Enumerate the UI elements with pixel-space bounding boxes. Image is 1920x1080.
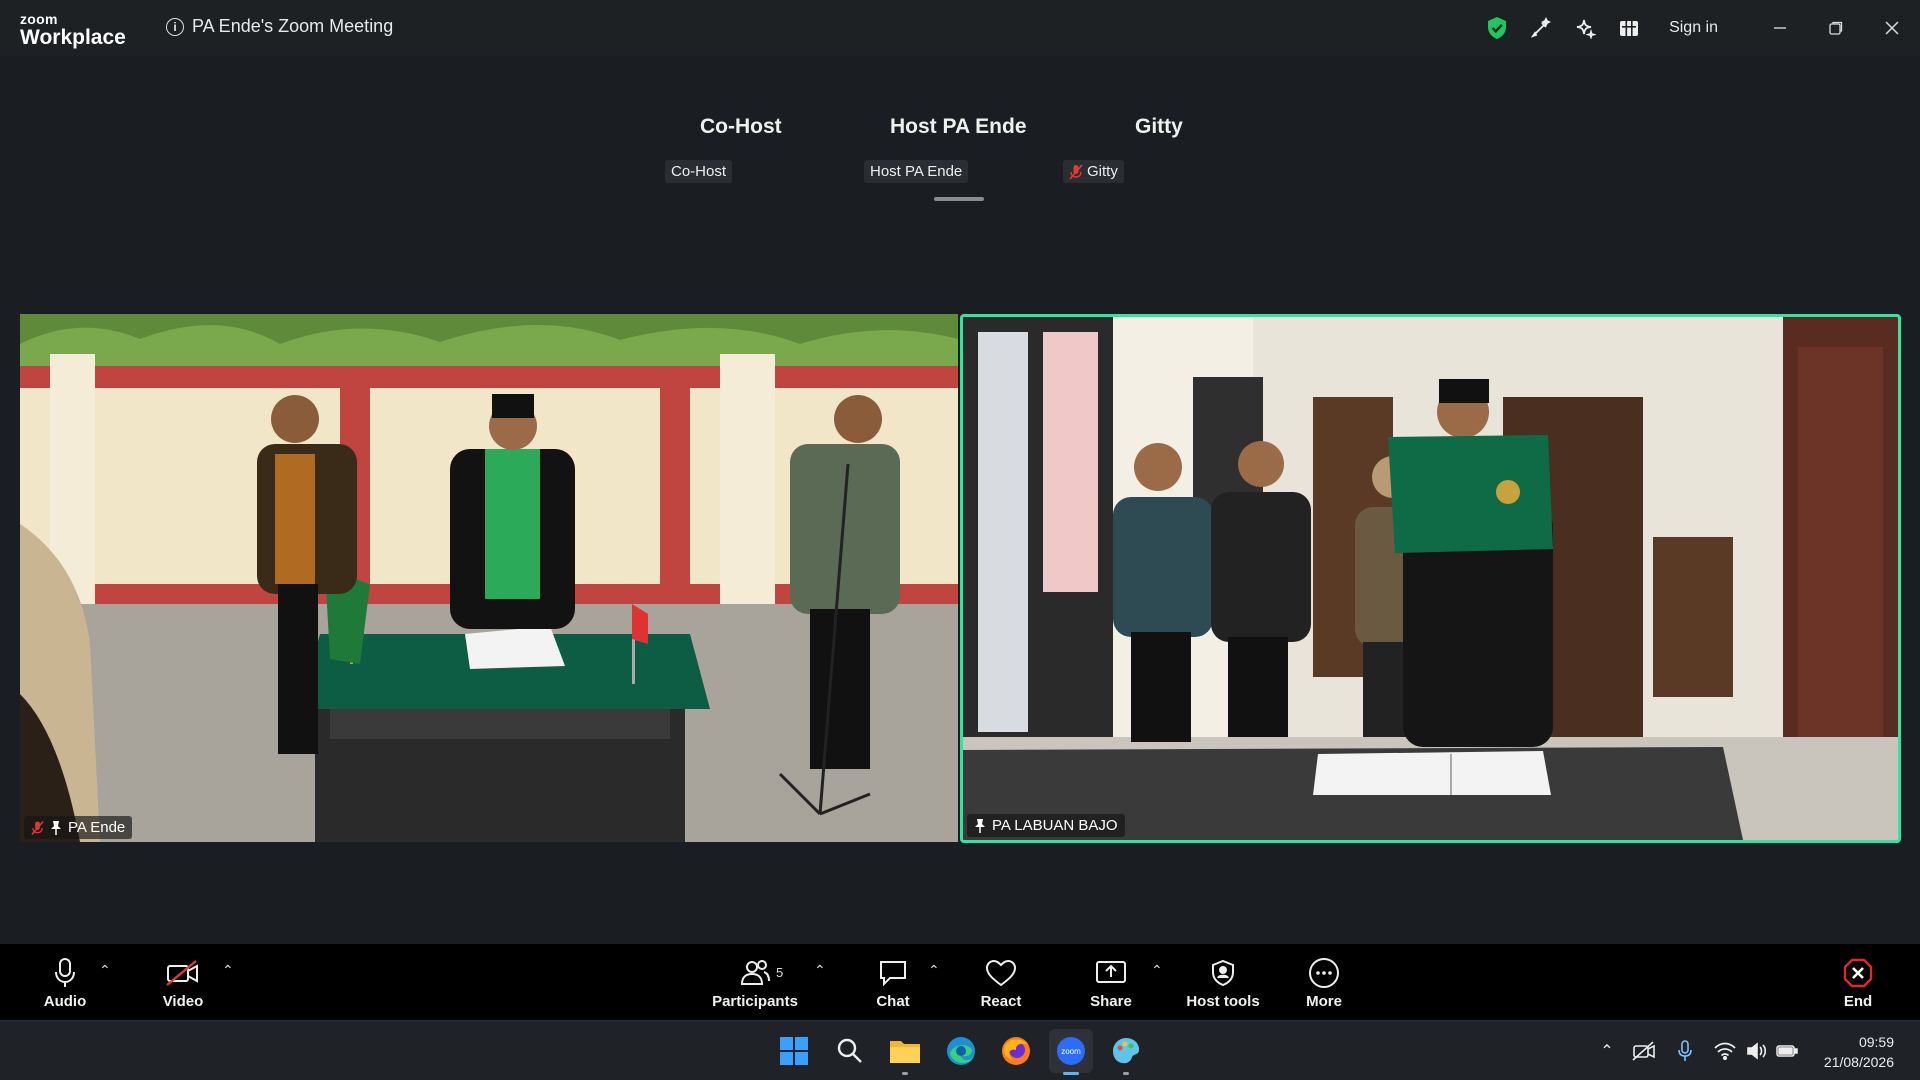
meeting-info[interactable]: i PA Ende's Zoom Meeting (166, 16, 393, 37)
speaker-tag-label: Gitty (1087, 163, 1118, 180)
meeting-title: PA Ende's Zoom Meeting (192, 16, 394, 36)
share-screen-icon (1096, 960, 1126, 983)
video-label: Video (162, 992, 204, 1010)
close-icon[interactable] (1864, 6, 1920, 50)
edge-browser-icon[interactable] (939, 1029, 983, 1073)
chat-label: Chat (876, 992, 910, 1010)
host-tools-button[interactable]: Host tools (1186, 944, 1260, 1020)
chat-bubble-icon (880, 960, 906, 986)
speaker-name: Host PA Ende (890, 115, 1027, 138)
zoom-workplace-logo: zoom Workplace (20, 12, 126, 48)
restore-icon[interactable] (1808, 6, 1864, 50)
windows-start-icon[interactable] (772, 1029, 816, 1073)
speaker-tag: Gitty (1063, 160, 1124, 183)
annotate-icon[interactable] (1519, 6, 1563, 50)
video-tile-pa-ende[interactable]: PA Ende (20, 314, 958, 842)
battery-icon[interactable] (1776, 1044, 1798, 1058)
more-dots-icon (1309, 957, 1339, 988)
system-tray: ⌃ (1590, 1021, 1798, 1080)
video-participant-name: PA Ende (68, 819, 126, 836)
title-bar: zoom Workplace i PA Ende's Zoom Meeting … (0, 0, 1920, 56)
speaker-strip: Co-Host Co-Host Host PA Ende Host PA End… (0, 115, 1920, 205)
participants-button[interactable]: Participants (712, 944, 798, 1020)
file-explorer-icon[interactable] (883, 1029, 927, 1075)
tray-overflow-chevron-icon[interactable]: ⌃ (1590, 1041, 1624, 1061)
participants-icon (740, 959, 770, 985)
paint-icon[interactable] (1104, 1029, 1148, 1075)
clock-time: 09:59 (1858, 1034, 1894, 1050)
search-icon[interactable] (828, 1029, 872, 1073)
speaker-gitty[interactable]: Gitty Gitty (1063, 115, 1183, 183)
pin-icon (51, 820, 61, 835)
video-feed-ceremony-outdoor (20, 314, 958, 842)
speaker-tag-label: Co-Host (671, 163, 727, 180)
firefox-icon[interactable] (994, 1029, 1038, 1073)
audio-button[interactable]: Audio (40, 944, 90, 1020)
end-label: End (1843, 992, 1873, 1010)
end-x-icon (1843, 958, 1873, 987)
microphone-icon (55, 957, 75, 987)
speaker-tag-label: Host PA Ende (870, 163, 963, 180)
zoom-app-label: zoom (1061, 1047, 1081, 1056)
host-tools-label: Host tools (1186, 992, 1260, 1010)
audio-label: Audio (43, 992, 87, 1010)
speaker-name: Co-Host (700, 115, 782, 138)
logo-line2: Workplace (20, 26, 126, 49)
camera-off-tray-icon[interactable] (1632, 1041, 1656, 1061)
info-icon[interactable]: i (166, 17, 184, 36)
audio-options-caret-icon[interactable]: ⌃ (99, 962, 111, 979)
meeting-controls: Audio ⌃ Video ⌃ Participants 5 ⌃ Chat ⌃ … (0, 944, 1920, 1020)
logo-line1: zoom (20, 11, 58, 27)
mic-muted-icon (1069, 163, 1083, 180)
sign-in-link[interactable]: Sign in (1669, 19, 1718, 37)
video-participant-name: PA LABUAN BAJO (992, 817, 1118, 834)
heart-icon (985, 959, 1017, 986)
mic-muted-icon (31, 820, 44, 835)
chat-options-caret-icon[interactable]: ⌃ (928, 962, 940, 979)
video-button[interactable]: Video (158, 944, 208, 1020)
speaker-host-pa-ende[interactable]: Host PA Ende Host PA Ende (864, 115, 1027, 183)
speaker-tag: Host PA Ende (864, 160, 969, 183)
speaker-tag: Co-Host (665, 160, 733, 183)
volume-icon[interactable] (1746, 1042, 1768, 1060)
video-feed-ceremony-indoor (963, 317, 1898, 840)
participants-options-caret-icon[interactable]: ⌃ (814, 962, 826, 979)
zoom-app-icon[interactable]: zoom (1049, 1029, 1093, 1075)
share-button[interactable]: Share (1089, 944, 1133, 1020)
end-meeting-button[interactable]: End (1838, 944, 1878, 1020)
more-label: More (1306, 992, 1342, 1010)
speaker-name: Gitty (1135, 115, 1183, 138)
windows-taskbar: zoom ⌃ 09:59 21/08/2026 (0, 1020, 1920, 1080)
video-tile-pa-labuan-bajo[interactable]: PA LABUAN BAJO (960, 314, 1901, 843)
ai-companion-icon[interactable] (1563, 6, 1607, 50)
microphone-tray-icon[interactable] (1678, 1040, 1692, 1062)
video-off-icon (166, 959, 198, 986)
host-shield-icon (1212, 959, 1234, 986)
video-name-tag: PA LABUAN BAJO (967, 814, 1125, 837)
more-button[interactable]: More (1302, 944, 1346, 1020)
react-button[interactable]: React (979, 944, 1023, 1020)
shield-check-icon[interactable] (1475, 6, 1519, 50)
participants-label: Participants (712, 992, 798, 1010)
share-options-caret-icon[interactable]: ⌃ (1151, 962, 1163, 979)
taskbar-clock[interactable]: 09:59 21/08/2026 (1824, 1032, 1894, 1072)
active-speaker-indicator (934, 197, 984, 201)
participants-count: 5 (776, 965, 784, 980)
minimize-icon[interactable] (1752, 6, 1808, 50)
video-name-tag: PA Ende (24, 816, 133, 839)
share-label: Share (1090, 992, 1132, 1010)
video-options-caret-icon[interactable]: ⌃ (222, 962, 234, 979)
speaker-co-host[interactable]: Co-Host Co-Host (665, 115, 782, 183)
wifi-icon[interactable] (1714, 1042, 1736, 1060)
clock-date: 21/08/2026 (1823, 1054, 1894, 1070)
react-label: React (980, 992, 1022, 1010)
chat-button[interactable]: Chat (873, 944, 913, 1020)
apps-grid-icon[interactable] (1607, 6, 1651, 50)
pin-icon (975, 818, 985, 833)
zoom-window: zoom Workplace i PA Ende's Zoom Meeting … (0, 0, 1920, 1080)
title-bar-actions: Sign in (1475, 0, 1920, 56)
